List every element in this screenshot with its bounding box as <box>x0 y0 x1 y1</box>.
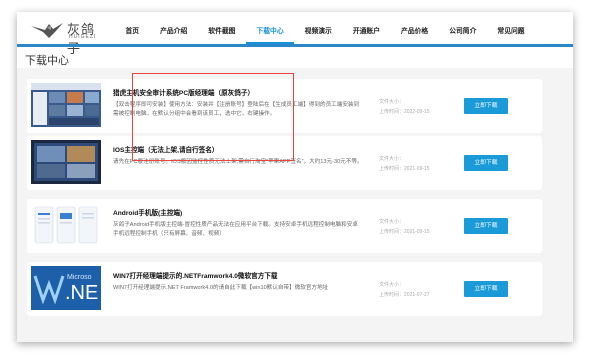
upload-date-value: 2021-07-27 <box>404 292 430 298</box>
nav-pricing[interactable]: 产品价格 <box>391 12 439 44</box>
upload-date: 上传时间：2021-09-15 <box>379 228 430 235</box>
nav-video-demo[interactable]: 视频演示 <box>294 12 342 44</box>
file-size: 文件大小： <box>379 219 405 225</box>
logo-subtitle: HUIGEZI <box>69 34 97 40</box>
nav-download-center[interactable]: 下载中心 <box>245 12 295 44</box>
nav-faq[interactable]: 常见问题 <box>487 12 535 44</box>
main-nav: 首页 产品介绍 软件截图 下载中心 视频演示 开通账户 产品价格 公司简介 常见… <box>115 12 535 44</box>
product-thumbnail <box>31 83 101 127</box>
upload-date-value: 2021-09-15 <box>404 229 430 235</box>
browser-page: 灰鸽子 HUIGEZI 首页 产品介绍 软件截图 下载中心 视频演示 开通账户 … <box>17 12 573 342</box>
download-item: Microso .NE WIN7打开经理端提示的.NETFramwork4.0微… <box>27 262 542 316</box>
download-button[interactable]: 立即下载 <box>464 281 508 297</box>
download-title[interactable]: WIN7打开经理端提示的.NETFramwork4.0微软官方下载 <box>113 270 278 280</box>
nav-product-intro[interactable]: 产品介绍 <box>150 12 198 44</box>
upload-date: 上传时间：2021-07-27 <box>379 291 430 298</box>
dotnet-thumb-line2: .NE <box>65 282 99 304</box>
file-size: 文件大小： <box>379 99 405 105</box>
download-button[interactable]: 立即下载 <box>464 218 508 234</box>
header: 灰鸽子 HUIGEZI 首页 产品介绍 软件截图 下载中心 视频演示 开通账户 … <box>17 12 573 56</box>
site-logo[interactable]: 灰鸽子 HUIGEZI <box>29 18 99 56</box>
nav-screenshots[interactable]: 软件截图 <box>198 12 246 44</box>
download-title[interactable]: Android手机版(主控端) <box>113 207 182 217</box>
nav-company[interactable]: 公司简介 <box>439 12 487 44</box>
upload-date: 上传时间：2021-09-15 <box>379 165 430 172</box>
download-button[interactable]: 立即下载 <box>464 155 508 171</box>
dotnet-thumb-line1: Microso <box>67 274 92 281</box>
upload-date-label: 上传时间： <box>379 292 405 298</box>
download-description: 灰鸽子Android手机版主控端-冒控性质产品无法在应用平台下载。支持安卓手机远… <box>113 222 358 237</box>
page-title: 下载中心 <box>25 55 69 67</box>
upload-date-label: 上传时间： <box>379 109 405 115</box>
upload-date-label: 上传时间： <box>379 166 405 172</box>
upload-date-label: 上传时间： <box>379 229 405 235</box>
highlight-box <box>132 73 294 161</box>
header-divider <box>17 44 573 47</box>
upload-date: 上传时间：2022-09-15 <box>379 108 430 115</box>
product-thumbnail <box>31 203 101 247</box>
file-size: 文件大小： <box>379 156 405 162</box>
download-button[interactable]: 立即下载 <box>464 98 508 114</box>
download-description: WIN7打开经理端提示.NET Framwork4.0的请自此下载【win10默… <box>113 285 329 291</box>
product-thumbnail: Microso .NE <box>31 266 101 310</box>
nav-open-account[interactable]: 开通账户 <box>342 12 390 44</box>
upload-date-value: 2022-09-15 <box>404 109 430 115</box>
pigeon-logo-icon <box>31 23 63 38</box>
download-list: 猎虎主机安全审计系统PC版经理端（原灰鸽子） 【双击程序即可安装】使用方法：安装… <box>17 68 573 342</box>
product-thumbnail <box>31 140 101 184</box>
upload-date-value: 2021-09-15 <box>404 166 430 172</box>
file-size: 文件大小： <box>379 282 405 288</box>
download-item: Android手机版(主控端) 灰鸽子Android手机版主控端-冒控性质产品无… <box>27 199 542 253</box>
nav-home[interactable]: 首页 <box>115 12 150 44</box>
